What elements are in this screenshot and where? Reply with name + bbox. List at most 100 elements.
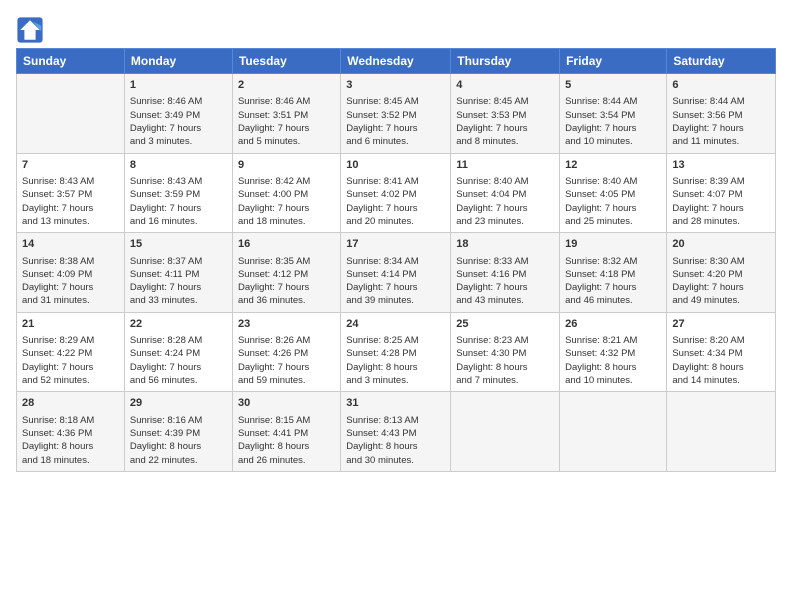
calendar-cell: 12Sunrise: 8:40 AMSunset: 4:05 PMDayligh… — [560, 153, 667, 233]
cell-content: Daylight: 7 hours — [130, 202, 227, 215]
cell-content: Daylight: 7 hours — [130, 281, 227, 294]
calendar-week-5: 28Sunrise: 8:18 AMSunset: 4:36 PMDayligh… — [17, 392, 776, 472]
day-number: 11 — [456, 158, 554, 173]
cell-content: Daylight: 7 hours — [22, 202, 119, 215]
cell-content: Daylight: 7 hours — [238, 281, 335, 294]
cell-content: and 10 minutes. — [565, 135, 661, 148]
cell-content: Daylight: 7 hours — [238, 122, 335, 135]
day-number: 4 — [456, 78, 554, 93]
cell-content: Daylight: 7 hours — [238, 202, 335, 215]
cell-content: Daylight: 8 hours — [565, 361, 661, 374]
cell-content: Sunrise: 8:21 AM — [565, 334, 661, 347]
calendar-week-1: 1Sunrise: 8:46 AMSunset: 3:49 PMDaylight… — [17, 74, 776, 154]
calendar-cell: 23Sunrise: 8:26 AMSunset: 4:26 PMDayligh… — [232, 312, 340, 392]
calendar-cell: 25 Sunrise: 8:23 AMSunset: 4:30 PMDayligh… — [451, 312, 560, 392]
cell-content: Sunrise: 8:43 AM — [130, 175, 227, 188]
calendar-cell: 30Sunrise: 8:15 AMSunset: 4:41 PMDayligh… — [232, 392, 340, 472]
cell-content: Sunset: 4:41 PM — [238, 427, 335, 440]
day-number: 6 — [672, 78, 770, 93]
cell-content: and 3 minutes. — [130, 135, 227, 148]
calendar-cell: 21Sunrise: 8:29 AMSunset: 4:22 PMDayligh… — [17, 312, 125, 392]
cell-content: Sunset: 4:18 PM — [565, 268, 661, 281]
day-number: 25 — [456, 317, 554, 332]
cell-content: Sunrise: 8:29 AM — [22, 334, 119, 347]
calendar-cell — [667, 392, 776, 472]
logo-icon — [16, 16, 44, 44]
calendar-cell: 7Sunrise: 8:43 AMSunset: 3:57 PMDaylight… — [17, 153, 125, 233]
calendar-week-3: 14 Sunrise: 8:38 AMSunset: 4:09 PM Dayligh… — [17, 233, 776, 313]
calendar-header-row: SundayMondayTuesdayWednesdayThursdayFrid… — [17, 49, 776, 74]
cell-content: Sunrise: 8:35 AM — [238, 255, 335, 268]
cell-content: Sunset: 3:59 PM — [130, 188, 227, 201]
cell-content: Sunset: 4:05 PM — [565, 188, 661, 201]
cell-content: Sunrise: 8:45 AM — [346, 95, 445, 108]
cell-content: and 18 minutes. — [22, 454, 119, 467]
cell-content: Daylight: 8 hours — [672, 361, 770, 374]
cell-content: Sunrise: 8:26 AM — [238, 334, 335, 347]
calendar-cell: 26Sunrise: 8:21 AMSunset: 4:32 PMDayligh… — [560, 312, 667, 392]
calendar-header-friday: Friday — [560, 49, 667, 74]
day-number: 18 — [456, 237, 554, 252]
cell-content: and 36 minutes. — [238, 294, 335, 307]
cell-content: Sunrise: 8:40 AM — [565, 175, 661, 188]
calendar-cell — [560, 392, 667, 472]
cell-content: Sunset: 4:28 PM — [346, 347, 445, 360]
day-number: 9 — [238, 158, 335, 173]
cell-content: and 5 minutes. — [238, 135, 335, 148]
cell-content: Sunrise: 8:46 AM — [130, 95, 227, 108]
cell-content: Daylight: 8 hours — [456, 361, 554, 374]
cell-content: Sunset: 4:09 PM — [22, 268, 119, 281]
calendar-cell: 5Sunrise: 8:44 AMSunset: 3:54 PMDaylight… — [560, 74, 667, 154]
cell-content: Sunrise: 8:38 AM — [22, 255, 119, 268]
calendar-cell: 14Sunrise: 8:38 AMSunset: 4:09 PMDayligh… — [17, 233, 125, 313]
calendar-header-wednesday: Wednesday — [341, 49, 451, 74]
cell-content: and 46 minutes. — [565, 294, 661, 307]
cell-content: Sunrise: 8:40 AM — [456, 175, 554, 188]
page-container: SundayMondayTuesdayWednesdayThursdayFrid… — [0, 0, 792, 480]
cell-content: Daylight: 7 hours — [346, 122, 445, 135]
calendar-cell: 22Sunrise: 8:28 AMSunset: 4:24 PMDayligh… — [124, 312, 232, 392]
day-number: 14 — [22, 237, 119, 252]
cell-content: Sunrise: 8:16 AM — [130, 414, 227, 427]
calendar-header-saturday: Saturday — [667, 49, 776, 74]
cell-content: Sunset: 4:24 PM — [130, 347, 227, 360]
calendar-cell: 1Sunrise: 8:46 AMSunset: 3:49 PMDaylight… — [124, 74, 232, 154]
logo — [16, 16, 48, 44]
cell-content: Sunset: 4:34 PM — [672, 347, 770, 360]
calendar-cell: 19Sunrise: 8:32 AMSunset: 4:18 PMDayligh… — [560, 233, 667, 313]
calendar-cell: 4Sunrise: 8:45 AMSunset: 3:53 PMDaylight… — [451, 74, 560, 154]
cell-content: Sunrise: 8:46 AM — [238, 95, 335, 108]
calendar-cell — [451, 392, 560, 472]
cell-content: Sunrise: 8:39 AM — [672, 175, 770, 188]
cell-content: Sunset: 4:11 PM — [130, 268, 227, 281]
cell-content: Sunrise: 8:28 AM — [130, 334, 227, 347]
cell-content: and 13 minutes. — [22, 215, 119, 228]
cell-content: Daylight: 7 hours — [238, 361, 335, 374]
cell-content: Sunset: 4:32 PM — [565, 347, 661, 360]
cell-content: Daylight: 7 hours — [130, 122, 227, 135]
cell-content: Daylight: 7 hours — [672, 202, 770, 215]
cell-content: Sunrise: 8:18 AM — [22, 414, 119, 427]
cell-content: Sunrise: 8:44 AM — [565, 95, 661, 108]
calendar-cell: 27Sunrise: 8:20 AMSunset: 4:34 PMDayligh… — [667, 312, 776, 392]
cell-content: Sunrise: 8:23 AM — [456, 334, 554, 347]
cell-content: Sunset: 4:00 PM — [238, 188, 335, 201]
calendar-cell: 18Sunrise: 8:33 AMSunset: 4:16 PMDayligh… — [451, 233, 560, 313]
cell-content: and 30 minutes. — [346, 454, 445, 467]
calendar-cell: 9Sunrise: 8:42 AMSunset: 4:00 PMDaylight… — [232, 153, 340, 233]
cell-content: Sunset: 4:30 PM — [456, 347, 554, 360]
cell-content: and 56 minutes. — [130, 374, 227, 387]
cell-content: Daylight: 7 hours — [565, 202, 661, 215]
cell-content: Sunrise: 8:25 AM — [346, 334, 445, 347]
calendar-cell: 15Sunrise: 8:37 AMSunset: 4:11 PMDayligh… — [124, 233, 232, 313]
calendar-cell: 28Sunrise: 8:18 AMSunset: 4:36 PMDayligh… — [17, 392, 125, 472]
cell-content: Sunset: 4:36 PM — [22, 427, 119, 440]
cell-content: and 14 minutes. — [672, 374, 770, 387]
day-number: 27 — [672, 317, 770, 332]
calendar-cell: 6Sunrise: 8:44 AMSunset: 3:56 PMDaylight… — [667, 74, 776, 154]
calendar-cell: 13Sunrise: 8:39 AMSunset: 4:07 PMDayligh… — [667, 153, 776, 233]
cell-content: and 3 minutes. — [346, 374, 445, 387]
day-number: 2 — [238, 78, 335, 93]
day-number: 10 — [346, 158, 445, 173]
cell-content: Sunset: 3:51 PM — [238, 109, 335, 122]
